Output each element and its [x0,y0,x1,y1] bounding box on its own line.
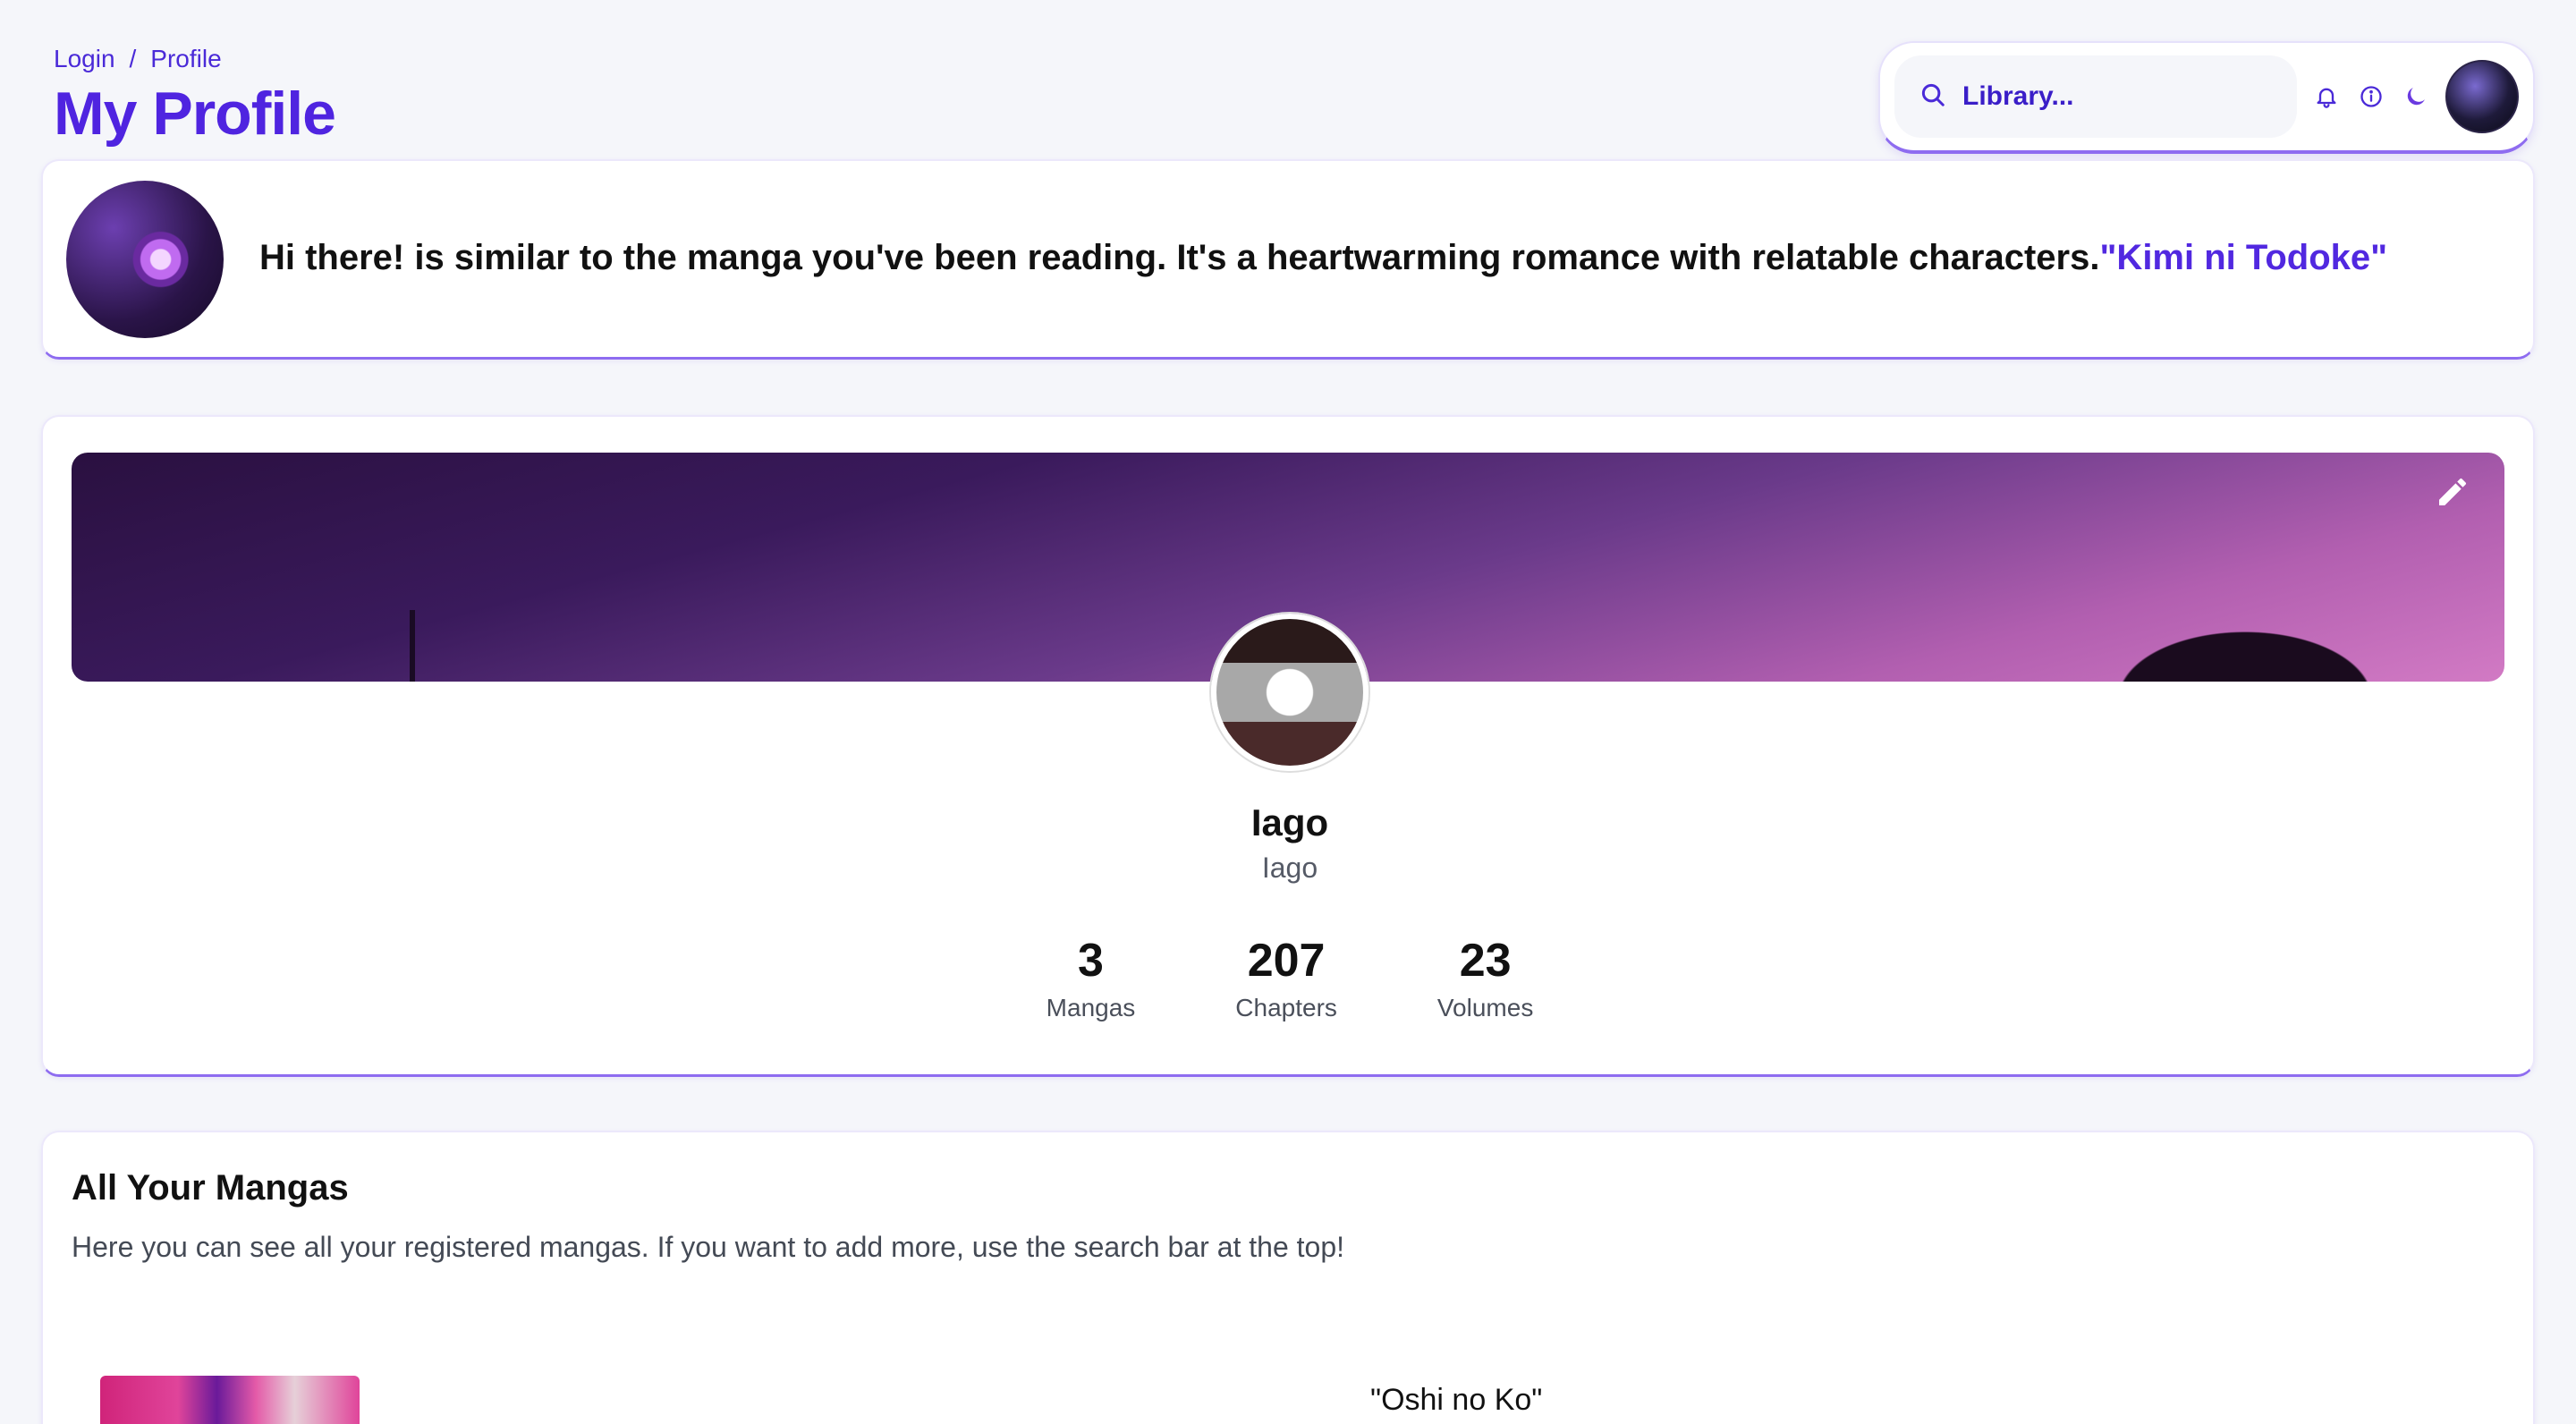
recommendation-avatar [66,181,224,338]
stat-mangas: 3 Mangas [1046,935,1136,1022]
banner-tree-silhouette [2084,614,2406,682]
moon-icon[interactable] [2401,81,2431,112]
page-title: My Profile [54,80,336,148]
info-icon[interactable] [2356,81,2386,112]
search-box [1894,55,2297,138]
stat-label: Chapters [1235,994,1337,1022]
manga-title[interactable]: "Oshi no Ko" [1370,1383,1542,1418]
profile-stats: 3 Mangas 207 Chapters 23 Volumes [43,935,2537,1022]
breadcrumb-login-link[interactable]: Login [54,45,115,73]
toolbar [1878,41,2535,154]
profile-name: Iago [1250,801,1329,843]
stat-value: 207 [1247,935,1326,987]
top-bar: Login / Profile My Profile [0,0,2576,161]
breadcrumb-separator: / [129,45,137,72]
section-description: Here you can see all your registered man… [72,1231,1345,1263]
stat-volumes: 23 Volumes [1436,935,1534,1022]
profile-avatar[interactable] [1211,614,1368,771]
breadcrumb: Login / Profile [54,45,222,73]
stat-label: Mangas [1046,994,1136,1022]
stat-label: Volumes [1436,994,1534,1022]
banner-tower-silhouette [410,610,415,682]
mangas-card: All Your Mangas Here you can see all you… [41,1131,2535,1424]
search-input[interactable] [1962,81,2284,112]
recommended-manga-title[interactable]: "Kimi ni Todoke" [2099,238,2387,277]
stat-chapters: 207 Chapters [1235,935,1337,1022]
pencil-icon [2435,474,2470,514]
stat-value: 3 [1078,935,1104,987]
breadcrumb-profile-link[interactable]: Profile [150,45,221,73]
user-avatar[interactable] [2445,60,2519,133]
section-title: All Your Mangas [72,1168,349,1208]
recommendation-message: Hi there! is similar to the manga you've… [259,238,2100,277]
bell-icon[interactable] [2311,81,2342,112]
search-icon [1919,81,1946,113]
page: Login / Profile My Profile Library... Hi… [0,0,2576,1424]
stat-value: 23 [1459,935,1512,987]
edit-banner-button[interactable] [2428,469,2478,519]
manga-cover[interactable] [100,1376,360,1424]
profile-handle: Iago [1261,852,1318,884]
profile-card: Iago Iago 3 Mangas 207 Chapters 23 Volum… [41,415,2535,1077]
recommendation-text: Hi there! is similar to the manga you've… [259,238,2387,278]
recommendation-card: Hi there! is similar to the manga you've… [41,159,2535,360]
